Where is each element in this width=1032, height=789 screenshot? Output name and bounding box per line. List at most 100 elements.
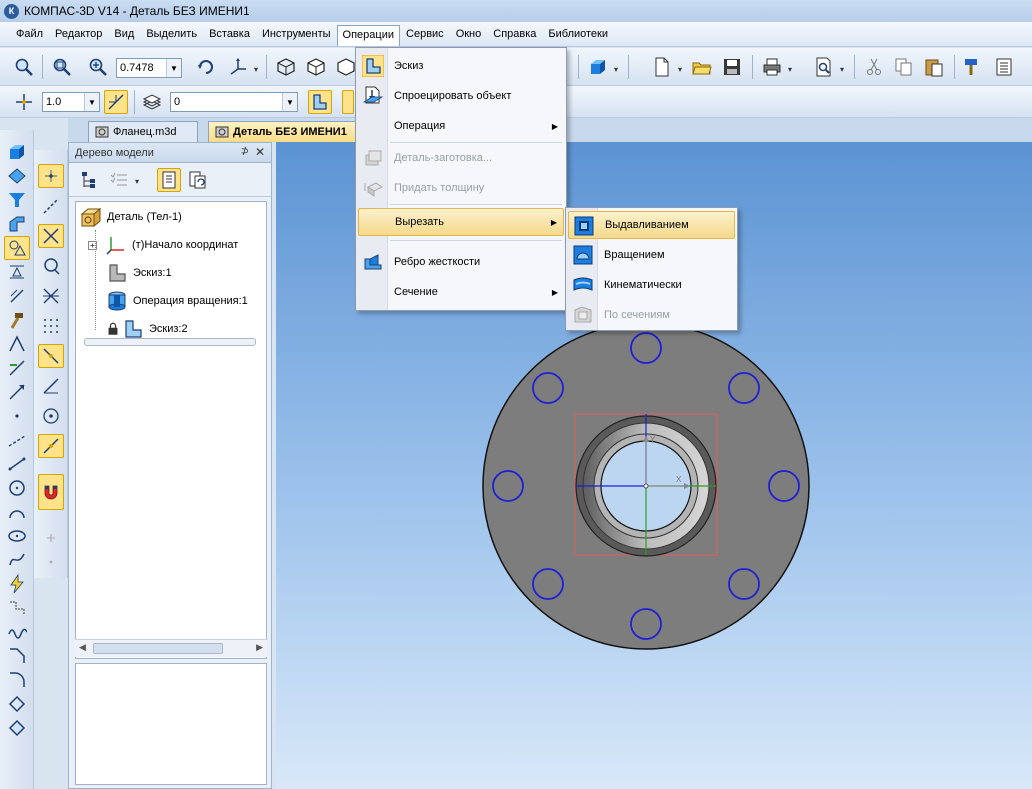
tree-item-part[interactable]: Деталь (Тел-1) [80, 204, 182, 230]
menu-service[interactable]: Сервис [400, 25, 450, 43]
circle-button[interactable] [4, 476, 30, 500]
chevron-down-icon[interactable]: ▾ [840, 65, 844, 74]
step-value-combo[interactable]: 1.0 ▼ [42, 92, 100, 112]
layers-button[interactable] [140, 90, 164, 114]
print-button[interactable] [760, 55, 784, 79]
scroll-thumb[interactable] [93, 643, 223, 654]
snap-button[interactable] [104, 90, 128, 114]
parametrization-button[interactable] [4, 332, 30, 356]
filter-button[interactable] [4, 188, 30, 212]
small-point-button[interactable] [38, 526, 64, 550]
orientation-button[interactable] [226, 55, 250, 79]
tab-part-unnamed[interactable]: Деталь БЕЗ ИМЕНИ1 [208, 121, 368, 142]
point-tool-button[interactable] [4, 404, 30, 428]
menu-item-cut[interactable]: Вырезать ▶ [358, 208, 564, 236]
chevron-down-icon[interactable]: ▾ [788, 65, 792, 74]
copy-button[interactable] [892, 55, 916, 79]
format-painter-button[interactable] [960, 55, 984, 79]
menu-file[interactable]: Файл [10, 25, 49, 43]
tab-flange[interactable]: Фланец.m3d [88, 121, 198, 142]
segment-button[interactable] [4, 452, 30, 476]
chevron-down-icon[interactable]: ▾ [678, 65, 682, 74]
menu-operations[interactable]: Операции [336, 24, 401, 46]
menu-tools[interactable]: Инструменты [256, 25, 337, 43]
contour-button[interactable] [4, 692, 30, 716]
designations-button[interactable] [4, 284, 30, 308]
paste-button[interactable] [922, 55, 946, 79]
tree-item-origin[interactable]: + (т)Начало координат [88, 232, 238, 258]
menu-item-sketch[interactable]: Эскиз [358, 52, 564, 80]
rotate-button[interactable] [194, 55, 218, 79]
editing-tools-button[interactable] [4, 140, 30, 164]
spline-button[interactable] [4, 548, 30, 572]
tangent-line-button[interactable] [38, 344, 64, 368]
hidden-lines-button[interactable] [304, 55, 328, 79]
close-icon[interactable]: ✕ [255, 145, 265, 159]
pin-icon[interactable]: ⊅ [241, 146, 249, 157]
parallel-line-button[interactable] [38, 434, 64, 458]
dot-button[interactable] [38, 550, 64, 574]
menu-item-section[interactable]: Сечение ▶ [358, 278, 564, 306]
ellipse-button[interactable] [4, 524, 30, 548]
chevron-down-icon[interactable]: ▾ [254, 65, 258, 74]
nurbs-button[interactable] [4, 620, 30, 644]
rectangle-button[interactable] [4, 716, 30, 740]
zoom-scale-button[interactable] [86, 55, 110, 79]
chevron-down-icon[interactable]: ▾ [135, 177, 139, 186]
menu-help[interactable]: Справка [487, 25, 542, 43]
chamfer-button[interactable] [4, 644, 30, 668]
tree-filter-button[interactable] [107, 168, 131, 192]
step-cursor-button[interactable] [12, 90, 36, 114]
tree-item-sketch-1[interactable]: Эскиз:1 [106, 260, 172, 286]
menu-item-cut-sweep[interactable]: Кинематически [568, 271, 735, 299]
zoom-window-button[interactable] [12, 55, 36, 79]
chevron-down-icon[interactable]: ▼ [84, 93, 99, 111]
line-button[interactable] [38, 194, 64, 218]
menu-window[interactable]: Окно [450, 25, 488, 43]
scroll-right-icon[interactable]: ▶ [256, 642, 263, 653]
measure-button[interactable] [4, 356, 30, 380]
chevron-down-icon[interactable]: ▼ [282, 93, 297, 111]
dimensions-button[interactable] [4, 260, 30, 284]
fillet-button[interactable] [4, 668, 30, 692]
tree-scroll-thumb[interactable] [84, 338, 256, 346]
menu-insert[interactable]: Вставка [203, 25, 256, 43]
open-file-button[interactable] [690, 55, 714, 79]
aux-line-button[interactable] [4, 428, 30, 452]
scroll-left-icon[interactable]: ◀ [79, 642, 86, 653]
display-mode-button[interactable] [586, 55, 610, 79]
chevron-down-icon[interactable]: ▾ [614, 65, 618, 74]
menu-view[interactable]: Вид [108, 25, 140, 43]
cut-button[interactable] [862, 55, 886, 79]
grid-points-button[interactable] [38, 314, 64, 338]
preview-button[interactable] [812, 55, 836, 79]
wireframe-button[interactable] [274, 55, 298, 79]
menu-editor[interactable]: Редактор [49, 25, 108, 43]
zoom-button[interactable] [50, 55, 74, 79]
sheet-metal-button[interactable] [4, 212, 30, 236]
menu-item-cut-extrude[interactable]: Выдавливанием [568, 211, 735, 239]
geometry-button[interactable] [4, 236, 30, 260]
sketch-mode-button[interactable] [308, 90, 332, 114]
intersect-line-button[interactable] [38, 224, 64, 248]
polyline-button[interactable] [4, 596, 30, 620]
menu-select[interactable]: Выделить [140, 25, 203, 43]
zoom-value-combo[interactable]: 0.7478 ▼ [116, 58, 182, 78]
arc-button[interactable] [4, 500, 30, 524]
circle-tangent-button[interactable] [38, 254, 64, 278]
tree-item-revolve[interactable]: Операция вращения:1 [106, 288, 248, 314]
point-button[interactable] [38, 164, 64, 188]
menu-item-cut-revolve[interactable]: Вращением [568, 241, 735, 269]
menu-item-operation[interactable]: Операция ▶ [358, 112, 564, 140]
menu-item-rib[interactable]: Ребро жесткости [358, 248, 564, 276]
center-point-button[interactable] [38, 404, 64, 428]
edit-tools-button[interactable] [4, 308, 30, 332]
save-button[interactable] [720, 55, 744, 79]
layer-combo[interactable]: 0 ▼ [170, 92, 298, 112]
angle-line-button[interactable] [38, 374, 64, 398]
properties-button[interactable] [992, 55, 1016, 79]
menu-libraries[interactable]: Библиотеки [542, 25, 614, 43]
magnet-button[interactable] [38, 474, 64, 510]
chevron-down-icon[interactable]: ▼ [166, 59, 181, 77]
tree-view-button[interactable] [157, 168, 181, 192]
